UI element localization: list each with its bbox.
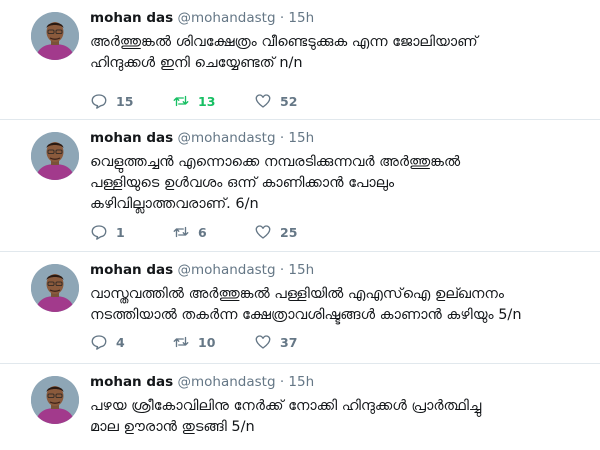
retweet-button[interactable]: 13: [172, 92, 254, 110]
reply-icon: [91, 335, 107, 350]
tweet-text-line: കഴിവില്ലാത്തവരാണ്. 6/n: [90, 196, 259, 212]
heart-icon: [255, 335, 271, 349]
reply-count: 4: [116, 334, 125, 350]
like-button[interactable]: 25: [254, 223, 336, 241]
avatar[interactable]: [31, 376, 79, 424]
username[interactable]: @mohandastg: [177, 374, 275, 390]
like-count: 25: [280, 224, 298, 240]
retweet-icon: [173, 226, 189, 238]
retweet-icon: [173, 336, 189, 348]
tweet-text-line: പഴയ ശ്രീകോവിലിനു നേർക്ക് നോക്കി ഹിന്ദുക്…: [90, 398, 482, 414]
timestamp[interactable]: 15h: [288, 262, 314, 278]
tweet-text: അർത്തുങ്കൽ ശിവക്ഷേത്രം വീണ്ടെടുക്കുക എന്…: [90, 32, 585, 74]
retweet-button[interactable]: 6: [172, 223, 254, 241]
tweet-text-line: വാസ്തവത്തിൽ അർത്തുങ്കൽ പള്ളിയിൽ എഎസ്ഐ ഉല…: [90, 286, 504, 302]
tweet-text-line: വെളുത്തച്ചൻ എന്നൊക്കെ നമ്പരടിക്കുന്നവർ അ…: [90, 154, 461, 170]
reply-count: 1: [116, 224, 125, 240]
tweet-text-line: അർത്തുങ്കൽ ശിവക്ഷേത്രം വീണ്ടെടുക്കുക എന്…: [90, 34, 478, 50]
tweet-actions: 1 6 25: [90, 223, 336, 241]
display-name[interactable]: mohan das: [90, 262, 173, 278]
retweet-count: 10: [198, 334, 216, 350]
separator-dot: ·: [279, 262, 285, 278]
tweet-text-line: നടത്തിയാൽ തകർന്ന ക്ഷേത്രാവശിഷ്ടങ്ങൾ കാണാ…: [90, 307, 522, 323]
tweet-feed: mohan das @mohandastg · 15h അർത്തുങ്കൽ ശ…: [0, 0, 600, 450]
timestamp[interactable]: 15h: [288, 130, 314, 146]
avatar[interactable]: [31, 12, 79, 60]
separator-dot: ·: [279, 10, 285, 26]
username[interactable]: @mohandastg: [177, 10, 275, 26]
timestamp[interactable]: 15h: [288, 10, 314, 26]
tweet-text-line: പള്ളിയുടെ ഉൾവശം ഒന്ന് കാണിക്കാൻ പോലും: [90, 175, 395, 191]
retweet-button[interactable]: 10: [172, 333, 254, 351]
display-name[interactable]: mohan das: [90, 374, 173, 390]
heart-icon: [255, 94, 271, 108]
tweet-text-line: മാല ഊരാൻ തുടങ്ങി 5/n: [90, 419, 255, 435]
retweet-count: 13: [198, 93, 216, 109]
separator-dot: ·: [279, 130, 285, 146]
reply-count: 15: [116, 93, 134, 109]
reply-icon: [91, 94, 107, 109]
tweet-text: വെളുത്തച്ചൻ എന്നൊക്കെ നമ്പരടിക്കുന്നവർ അ…: [90, 152, 585, 215]
reply-icon: [91, 225, 107, 240]
tweet-text: വാസ്തവത്തിൽ അർത്തുങ്കൽ പള്ളിയിൽ എഎസ്ഐ ഉല…: [90, 284, 585, 326]
tweet[interactable]: mohan das @mohandastg · 15h വെളുത്തച്ചൻ …: [0, 120, 600, 252]
tweet-header: mohan das @mohandastg · 15h: [90, 10, 314, 26]
reply-button[interactable]: 4: [90, 333, 172, 351]
display-name[interactable]: mohan das: [90, 10, 173, 26]
tweet-text: പഴയ ശ്രീകോവിലിനു നേർക്ക് നോക്കി ഹിന്ദുക്…: [90, 396, 585, 438]
tweet-header: mohan das @mohandastg · 15h: [90, 374, 314, 390]
tweet[interactable]: mohan das @mohandastg · 15h വാസ്തവത്തിൽ …: [0, 252, 600, 364]
tweet-actions: 15 13 52: [90, 92, 336, 110]
tweet-header: mohan das @mohandastg · 15h: [90, 130, 314, 146]
avatar[interactable]: [31, 132, 79, 180]
timestamp[interactable]: 15h: [288, 374, 314, 390]
heart-icon: [255, 225, 271, 239]
username[interactable]: @mohandastg: [177, 130, 275, 146]
display-name[interactable]: mohan das: [90, 130, 173, 146]
tweet-text-line: ഹിന്ദുക്കൾ ഇനി ചെയ്യേണ്ടത് n/n: [90, 55, 303, 71]
like-button[interactable]: 37: [254, 333, 336, 351]
username[interactable]: @mohandastg: [177, 262, 275, 278]
avatar[interactable]: [31, 264, 79, 312]
like-button[interactable]: 52: [254, 92, 336, 110]
tweet-actions: 4 10 37: [90, 333, 336, 351]
reply-button[interactable]: 1: [90, 223, 172, 241]
like-count: 52: [280, 93, 298, 109]
retweet-count: 6: [198, 224, 207, 240]
tweet-header: mohan das @mohandastg · 15h: [90, 262, 314, 278]
tweet[interactable]: mohan das @mohandastg · 15h അർത്തുങ്കൽ ശ…: [0, 0, 600, 120]
separator-dot: ·: [279, 374, 285, 390]
like-count: 37: [280, 334, 298, 350]
retweet-icon: [173, 95, 189, 107]
tweet[interactable]: mohan das @mohandastg · 15h പഴയ ശ്രീകോവി…: [0, 364, 600, 450]
reply-button[interactable]: 15: [90, 92, 172, 110]
